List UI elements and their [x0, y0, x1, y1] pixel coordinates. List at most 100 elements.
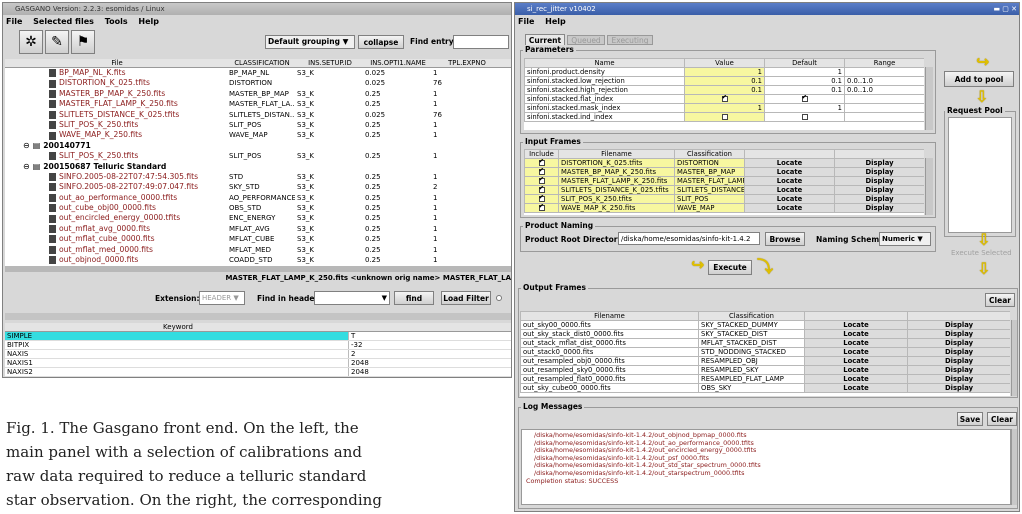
col-filename[interactable]: Filename [558, 149, 675, 159]
parameter-value[interactable]: 0.1 [684, 85, 765, 95]
browse-button[interactable]: Browse [765, 232, 805, 246]
parameter-row[interactable]: sinfoni.stacked.high_rejection 0.1 0.1 0.0.… [524, 85, 924, 95]
menu-file[interactable]: File [6, 17, 22, 26]
col-ins-opti1-name[interactable]: INS.OPTI1.NAME [363, 59, 431, 67]
execute-selected-button[interactable]: Execute Selected [951, 249, 1021, 257]
locate-button[interactable]: Locate [804, 338, 908, 348]
display-button[interactable]: Display [834, 185, 924, 195]
locate-button[interactable]: Locate [804, 356, 908, 366]
log-scrollbar[interactable] [1011, 429, 1017, 505]
menu-help[interactable]: Help [138, 17, 159, 26]
tab-queued[interactable]: Queued [567, 35, 605, 45]
request-pool-list[interactable] [948, 117, 1012, 233]
locate-button[interactable]: Locate [804, 383, 908, 393]
input-frame-row[interactable]: SLITLETS_DISTANCE_K_025.tfitsSLITLETS_DI… [524, 185, 924, 195]
input-frames-scrollbar[interactable] [925, 158, 933, 215]
output-frame-row[interactable]: out_resampled_flat0_0000.fits RESAMPLED_F… [520, 374, 1010, 384]
display-button[interactable]: Display [834, 158, 924, 168]
checkbox-checked-icon[interactable] [538, 178, 545, 184]
file-tree-row[interactable]: out_mflat_avg_0000.fits MFLAT_AVG S3_K 0.25… [5, 224, 511, 234]
file-tree-row[interactable]: out_ao_performance_0000.tfits AO_PERFORMA… [5, 193, 511, 203]
locate-button[interactable]: Locate [804, 320, 908, 330]
find-in-header-input[interactable]: ▼ [314, 291, 390, 305]
parameter-row[interactable]: sinfoni.stacked.mask_index 1 1 [524, 103, 924, 113]
display-button[interactable]: Display [907, 347, 1010, 357]
input-frame-row[interactable]: WAVE_MAP_K_250.fitsWAVE_MAPLocateDisplay [524, 203, 924, 213]
parameter-row[interactable]: sinfoni.stacked.ind_index [524, 112, 924, 122]
file-tree-row[interactable]: BP_MAP_NL_K.fits BP_MAP_NL S3_K 0.025 1 [5, 68, 511, 78]
locate-button[interactable]: Locate [744, 158, 835, 168]
checkbox-checked-icon[interactable] [538, 196, 545, 202]
display-button[interactable]: Display [907, 365, 1010, 375]
col-range[interactable]: Range [844, 58, 924, 68]
file-tree-row[interactable]: MASTER_FLAT_LAMP_K_250.fits MASTER_FLAT_L… [5, 99, 511, 109]
toolbar-tool-icon-1[interactable]: ✲ [19, 30, 43, 54]
naming-scheme-select[interactable]: Numeric ▼ [879, 232, 931, 246]
log-text-area[interactable]: /diska/home/esomidas/sinfo-kit-1.4.2/out… [521, 429, 1011, 505]
include-cell[interactable] [524, 167, 559, 177]
locate-button[interactable]: Locate [744, 194, 835, 204]
file-tree-row[interactable]: SLIT_POS_K_250.tfits SLIT_POS S3_K 0.25 1 [5, 120, 511, 130]
col-keyword[interactable]: Keyword [5, 323, 349, 331]
grouping-select[interactable]: Default grouping ▼ [265, 35, 355, 49]
locate-button[interactable]: Locate [744, 167, 835, 177]
add-to-pool-button[interactable]: Add to pool [944, 71, 1014, 87]
display-button[interactable]: Display [907, 329, 1010, 339]
output-frame-row[interactable]: out_resampled_sky0_0000.fits RESAMPLED_SK… [520, 365, 1010, 375]
parameter-value[interactable] [684, 94, 765, 104]
keyword-row[interactable]: SIMPLE T [5, 332, 511, 341]
locate-button[interactable]: Locate [804, 347, 908, 357]
checkbox-checked-icon[interactable] [538, 187, 545, 193]
menu-selected-files[interactable]: Selected files [33, 17, 94, 26]
clear-outputs-button[interactable]: Clear [985, 293, 1015, 307]
file-tree-row[interactable]: SINFO.2005-08-22T07:49:07.047.fits SKY_ST… [5, 182, 511, 192]
toolbar-tool-icon-2[interactable]: ✎ [45, 30, 69, 54]
load-filter-button[interactable]: Load Filter [441, 291, 491, 305]
tab-executing[interactable]: Executing [607, 35, 653, 45]
col-classification[interactable]: Classification [698, 311, 805, 321]
find-button[interactable]: find [394, 291, 434, 305]
col-ins-setup-id[interactable]: INS.SETUP.ID [295, 59, 363, 67]
file-tree-row[interactable]: out_mflat_cube_0000.fits MFLAT_CUBE S3_K 0.… [5, 234, 511, 244]
display-button[interactable]: Display [907, 374, 1010, 384]
output-frame-row[interactable]: out_sky_cube00_0000.fits OBS_SKY Locate Dis… [520, 383, 1010, 393]
include-cell[interactable] [524, 203, 559, 213]
extension-select[interactable]: HEADER ▼ [199, 291, 245, 305]
input-frame-row[interactable]: MASTER_FLAT_LAMP_K_250.fitsMASTER_FLAT_L… [524, 176, 924, 186]
expand-toggle-icon[interactable]: ⊖ [23, 141, 30, 151]
display-button[interactable]: Display [907, 320, 1010, 330]
save-log-button[interactable]: Save [957, 412, 983, 426]
keyword-row[interactable]: BITPIX -32 [5, 341, 511, 350]
menu-tools[interactable]: Tools [105, 17, 128, 26]
col-filename[interactable]: Filename [520, 311, 699, 321]
col-include[interactable]: Include [524, 149, 559, 159]
parameter-row[interactable]: sinfoni.product.density 1 1 [524, 67, 924, 77]
col-name[interactable]: Name [524, 58, 685, 68]
output-frame-row[interactable]: out_stack_mflat_dist_0000.fits MFLAT_STAC… [520, 338, 1010, 348]
file-tree-row[interactable]: out_mflat_med_0000.fits MFLAT_MED S3_K 0.25… [5, 245, 511, 255]
col-classification[interactable]: CLASSIFICATION [227, 59, 295, 67]
locate-button[interactable]: Locate [804, 329, 908, 339]
display-button[interactable]: Display [834, 203, 924, 213]
input-frame-row[interactable]: SLIT_POS_K_250.tfitsSLIT_POSLocateDispla… [524, 194, 924, 204]
include-cell[interactable] [524, 176, 559, 186]
display-button[interactable]: Display [834, 194, 924, 204]
output-frames-scrollbar[interactable] [1011, 320, 1017, 396]
menu-file[interactable]: File [518, 17, 534, 26]
output-frame-row[interactable]: out_sky_stack_dist0_0000.fits SKY_STACKED… [520, 329, 1010, 339]
checkbox-checked-icon[interactable] [538, 169, 545, 175]
parameter-value[interactable] [684, 112, 765, 122]
checkbox-checked-icon[interactable] [538, 205, 545, 211]
window-controls[interactable]: ▬ ▢ ✕ [993, 3, 1017, 15]
file-tree-row[interactable]: out_cube_obj00_0000.fits OBS_STD S3_K 0.25 1 [5, 203, 511, 213]
parameter-row[interactable]: sinfoni.stacked.flat_index [524, 94, 924, 104]
radio-icon[interactable] [496, 295, 502, 301]
tab-current[interactable]: Current [525, 34, 565, 45]
keyword-row[interactable]: NAXIS1 2048 [5, 359, 511, 368]
find-entry-input[interactable] [453, 35, 509, 49]
file-tree-row[interactable]: DISTORTION_K_025.tfits DISTORTION 0.025 76 [5, 78, 511, 88]
execute-button[interactable]: Execute [708, 260, 752, 275]
parameters-scrollbar[interactable] [925, 67, 933, 130]
file-tree-row[interactable]: ⊖ ▤ 200140771 [5, 141, 511, 151]
output-frame-row[interactable]: out_resampled_obj0_0000.fits RESAMPLED_OB… [520, 356, 1010, 366]
